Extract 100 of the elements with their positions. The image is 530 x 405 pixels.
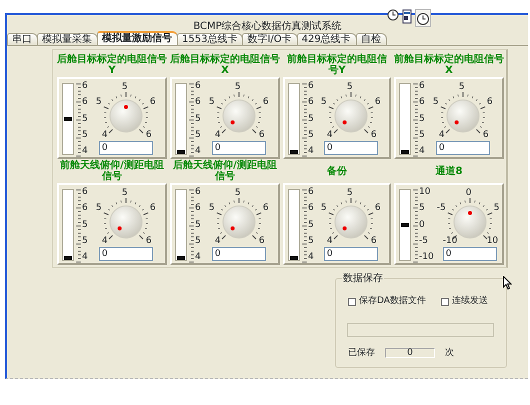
dial-label: 4 <box>102 131 108 140</box>
knob[interactable] <box>222 206 256 238</box>
value-field[interactable]: 0 <box>436 141 490 155</box>
value-field[interactable]: 0 <box>442 247 497 261</box>
tab[interactable]: 自检 <box>356 33 387 45</box>
slider-thumb[interactable] <box>177 150 185 154</box>
scale-label: 4 <box>195 147 201 156</box>
channel-title: 后舱目标标定的电阻信号Y <box>57 54 167 76</box>
scale-label: 5 <box>82 236 88 246</box>
knob[interactable] <box>334 100 368 132</box>
scale-label: 5 <box>308 114 314 124</box>
tab[interactable]: 模拟量采集 <box>37 33 98 45</box>
scale-label: 6 <box>195 188 201 197</box>
scale-label: 5 <box>195 236 201 246</box>
window-title: BCMP综合核心数据仿真测试系统 <box>193 21 342 32</box>
dial-label: 6 <box>486 98 493 107</box>
scale-label: 4 <box>195 253 201 262</box>
dial-label: 6 <box>258 237 265 246</box>
scale-label: 5 <box>419 114 425 124</box>
slider-track[interactable] <box>399 83 411 155</box>
knob[interactable] <box>109 100 142 132</box>
scale-label: 6 <box>195 82 201 91</box>
checkbox-label: 连续发送 <box>452 295 488 308</box>
scale-label: 5 <box>82 220 88 230</box>
scale-label: 0 <box>419 220 426 230</box>
knob[interactable] <box>109 206 142 238</box>
dial-label: 4 <box>214 131 221 140</box>
slider-thumb[interactable] <box>401 223 409 227</box>
channel-title: 前舱目标标定的电阻信号Y <box>286 54 388 76</box>
dial-label: 6 <box>262 204 269 213</box>
slider-thumb[interactable] <box>64 117 72 121</box>
dial-label: 6 <box>258 131 265 140</box>
clock-icon[interactable] <box>387 9 399 21</box>
scale-label: 5 <box>419 204 426 214</box>
knob[interactable] <box>334 206 368 238</box>
clock-icon[interactable] <box>415 9 431 27</box>
knob[interactable] <box>446 100 480 132</box>
scale-label: 6 <box>82 82 88 91</box>
scale-label: 6 <box>419 82 425 91</box>
slider-track[interactable] <box>175 189 187 261</box>
dial-label: 5 <box>122 189 128 198</box>
scale-label: 5 <box>308 220 314 230</box>
scale-label: 6 <box>419 98 425 108</box>
knob-indicator <box>124 105 128 109</box>
value-field[interactable]: 0 <box>324 247 378 261</box>
value-field[interactable]: 0 <box>98 247 153 261</box>
scale-label: -5 <box>419 236 429 246</box>
knob-indicator <box>468 211 472 215</box>
dial-label: 6 <box>482 131 489 140</box>
scale-label: 4 <box>419 147 425 156</box>
value-field[interactable]: 0 <box>324 141 378 155</box>
knob-indicator <box>342 226 346 230</box>
slider-track[interactable] <box>62 189 74 261</box>
tab[interactable]: 数字I/O卡 <box>242 33 298 45</box>
knob-indicator <box>230 120 234 124</box>
tab[interactable]: 429总线卡 <box>296 33 357 45</box>
value-field[interactable]: 0 <box>212 141 266 155</box>
knob[interactable] <box>453 206 486 238</box>
dial-label: -10 <box>442 237 458 246</box>
tab[interactable]: 1553总线卡 <box>177 33 244 45</box>
checkbox[interactable] <box>441 298 449 306</box>
value-field[interactable]: 0 <box>98 141 153 155</box>
document-icon[interactable] <box>401 9 413 25</box>
scale-label: 6 <box>308 204 314 214</box>
dial-label: 5 <box>96 98 102 107</box>
scale-label: 5 <box>195 220 201 230</box>
slider-track[interactable] <box>288 189 300 261</box>
channel-title: 后舱目标标定的电阻信号X <box>170 54 280 76</box>
dial-label: 5 <box>320 204 327 213</box>
scale-label: 6 <box>82 98 88 108</box>
slider-thumb[interactable] <box>401 150 409 154</box>
dial-label: 5 <box>458 83 465 92</box>
scale-label: 5 <box>195 114 201 124</box>
slider-track[interactable] <box>288 83 300 155</box>
slider-track[interactable] <box>399 189 411 261</box>
slider-thumb[interactable] <box>64 256 72 260</box>
scale-label: 10 <box>419 188 432 197</box>
file-path-field[interactable] <box>347 322 494 336</box>
scale-label: 5 <box>82 114 88 124</box>
slider-track[interactable] <box>175 83 187 155</box>
slider-thumb[interactable] <box>177 256 185 260</box>
dial-label: 6 <box>374 204 381 213</box>
scale-label: 5 <box>308 130 314 140</box>
dial-label: 4 <box>326 131 333 140</box>
scale-label: 4 <box>308 147 314 156</box>
knob[interactable] <box>222 100 256 132</box>
dial-label: 6 <box>150 98 156 107</box>
tab[interactable]: 模拟量激励信号 <box>97 31 178 45</box>
slider-thumb[interactable] <box>290 150 298 154</box>
dial-label: 5 <box>320 98 327 107</box>
knob-indicator <box>342 120 346 124</box>
value-field[interactable]: 0 <box>212 247 266 261</box>
slider-track[interactable] <box>62 83 74 155</box>
checkbox[interactable] <box>348 298 356 306</box>
tab[interactable]: 串口 <box>7 33 38 45</box>
dial-label: 10 <box>486 237 498 246</box>
slider-thumb[interactable] <box>290 256 298 260</box>
scale-label: 6 <box>82 204 88 214</box>
dial-label: 5 <box>122 83 128 92</box>
dial-label: 6 <box>146 237 152 246</box>
